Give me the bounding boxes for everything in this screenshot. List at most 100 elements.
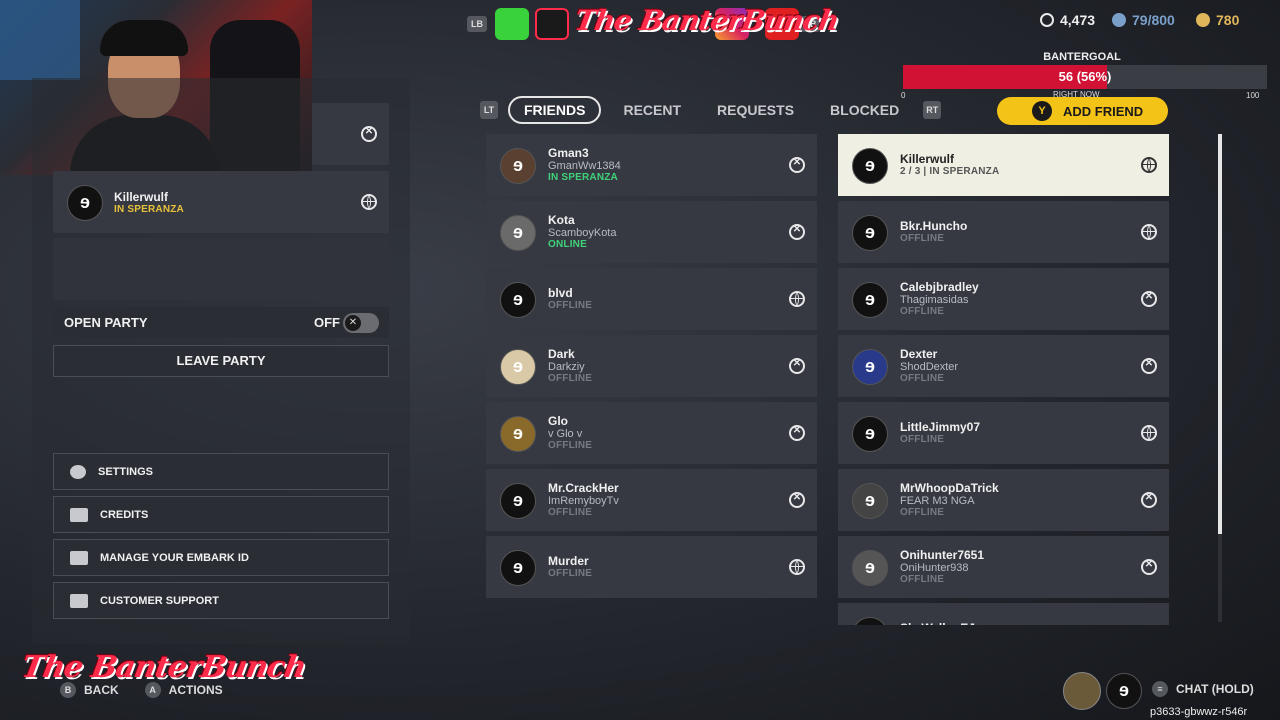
friends-scrollbar[interactable] [1218, 134, 1222, 622]
avatar: ɘ [852, 215, 888, 251]
friend-card[interactable]: ɘ Dark Darkziy OFFLINE [486, 335, 817, 397]
avatar: ɘ [852, 617, 888, 625]
credits-button[interactable]: CREDITS [53, 496, 389, 533]
xbox-icon [789, 492, 805, 508]
friend-card[interactable]: ɘ LittleJimmy07 OFFLINE [838, 402, 1169, 464]
banterbunch-logo-bottom: The BanterBunch [18, 650, 309, 685]
tiktok-icon [535, 8, 569, 40]
xbox-icon [789, 425, 805, 441]
customer-support-button[interactable]: CUSTOMER SUPPORT [53, 582, 389, 619]
friend-card[interactable]: ɘ Killerwulf 2 / 3 | IN SPERANZA [838, 134, 1169, 196]
avatar: ɘ [500, 550, 536, 586]
multires-icon [1040, 13, 1054, 27]
party-empty-slot[interactable] [53, 238, 389, 300]
chat-bubble-icon [70, 593, 88, 608]
goal-max: 100 [1246, 91, 1260, 100]
friend-card[interactable]: ɘ Kota ScamboyKota ONLINE [486, 201, 817, 263]
friend-card[interactable]: ɘ MrWhoopDaTrick FEAR M3 NGA OFFLINE [838, 469, 1169, 531]
friend-card[interactable]: ɘ blvd OFFLINE [486, 268, 817, 330]
party-slot-1[interactable] [312, 103, 389, 165]
avatar: ɘ [67, 185, 103, 221]
friend-name: Gman3 [548, 146, 589, 160]
friend-subname: ScamboyKota [548, 227, 617, 239]
embark-avatar[interactable]: ɘ [1106, 673, 1142, 709]
currency-multires-value: 4,473 [1060, 12, 1096, 28]
open-party-label: OPEN PARTY [64, 315, 148, 330]
friends-scrollbar-thumb[interactable] [1218, 134, 1222, 534]
currency-vr-value: 780 [1216, 12, 1240, 28]
tab-friends[interactable]: FRIENDS [508, 96, 602, 124]
add-friend-label: ADD FRIEND [1063, 103, 1144, 119]
friend-name: Mr.CrackHer [548, 481, 619, 495]
chat-hold-label: CHAT (HOLD) [1176, 682, 1254, 696]
friend-card[interactable]: ɘ Murder OFFLINE [486, 536, 817, 598]
friend-card[interactable]: ɘ Dexter ShodDexter OFFLINE [838, 335, 1169, 397]
manage-embark-id-label: MANAGE YOUR EMBARK ID [100, 551, 249, 564]
leave-party-button[interactable]: LEAVE PARTY [53, 345, 389, 377]
friend-status: OFFLINE [548, 300, 593, 311]
avatar: ɘ [852, 282, 888, 318]
avatar: ɘ [852, 416, 888, 452]
avatar: ɘ [500, 483, 536, 519]
friend-status: OFFLINE [900, 233, 945, 244]
avatar: ɘ [852, 349, 888, 385]
xbox-icon [1141, 291, 1157, 307]
avatar: ɘ [500, 416, 536, 452]
friend-name: Killerwulf [900, 152, 955, 166]
manage-embark-id-button[interactable]: MANAGE YOUR EMBARK ID [53, 539, 389, 576]
friend-card[interactable]: ɘ Glo v Glo v OFFLINE [486, 402, 817, 464]
avatar: ɘ [852, 148, 888, 184]
friend-subname: ShodDexter [900, 361, 959, 373]
xbox-icon [789, 157, 805, 173]
friend-status: OFFLINE [900, 434, 945, 445]
party-member-name: Killerwulf [114, 190, 169, 204]
chat-hold-hint[interactable]: ≡ CHAT (HOLD) [1152, 681, 1254, 697]
currency-embark: 79/800 [1112, 12, 1175, 28]
goal-value: 56 (56%) [1058, 69, 1112, 84]
a-button-icon: A [144, 682, 161, 698]
vr-coin-icon [1196, 13, 1210, 27]
tab-recent[interactable]: RECENT [609, 98, 695, 122]
settings-button[interactable]: SETTINGS [53, 453, 389, 490]
xbox-icon [1141, 559, 1157, 575]
friend-status: OFFLINE [900, 373, 945, 384]
friend-card[interactable]: ɘ SkyWalkerEJ [838, 603, 1169, 625]
friend-status: OFFLINE [900, 507, 945, 518]
friend-name: Onihunter7651 [900, 548, 985, 562]
credits-label: CREDITS [100, 508, 149, 521]
globe-icon [1141, 224, 1157, 240]
settings-label: SETTINGS [98, 465, 154, 478]
friend-name: blvd [548, 286, 573, 300]
friend-name: Dexter [900, 347, 938, 361]
party-member[interactable]: ɘ Killerwulf IN SPERANZA [53, 171, 389, 233]
friend-status: IN SPERANZA [548, 172, 618, 183]
friend-name: Glo [548, 414, 568, 428]
friend-card[interactable]: ɘ Calebjbradley Thagimasidas OFFLINE [838, 268, 1169, 330]
xbox-icon [1141, 358, 1157, 374]
open-party-toggle[interactable]: ✕ [343, 313, 379, 333]
friend-status: OFFLINE [548, 568, 593, 579]
back-label[interactable]: BACK [84, 683, 119, 697]
friend-status: ONLINE [548, 239, 587, 250]
add-friend-button[interactable]: Y ADD FRIEND [997, 97, 1168, 125]
friend-card[interactable]: ɘ Gman3 GmanWw1384 IN SPERANZA [486, 134, 817, 196]
actions-label[interactable]: ACTIONS [169, 683, 223, 697]
lt-button-icon: LT [480, 101, 498, 119]
friend-name: LittleJimmy07 [900, 420, 981, 434]
open-party-row[interactable]: OPEN PARTY OFF ✕ [53, 307, 389, 338]
xbox-icon [1141, 492, 1157, 508]
friend-name: Dark [548, 347, 575, 361]
friend-card[interactable]: ɘ Onihunter7651 OniHunter938 OFFLINE [838, 536, 1169, 598]
tab-requests[interactable]: REQUESTS [703, 98, 808, 122]
friends-tabs: LT FRIENDS RECENT REQUESTS BLOCKED RT [480, 96, 951, 124]
friend-card[interactable]: ɘ Bkr.Huncho OFFLINE [838, 201, 1169, 263]
globe-icon [1141, 425, 1157, 441]
friend-name: Bkr.Huncho [900, 219, 968, 233]
player-avatar[interactable] [1063, 672, 1101, 710]
friend-status: OFFLINE [548, 440, 593, 451]
credits-icon [70, 507, 88, 522]
friend-card[interactable]: ɘ Mr.CrackHer ImRemyboyTv OFFLINE [486, 469, 817, 531]
friend-subname: FEAR M3 NGA [900, 495, 975, 507]
tab-blocked[interactable]: BLOCKED [816, 98, 913, 122]
bottom-hints: B BACK A ACTIONS [60, 682, 223, 698]
